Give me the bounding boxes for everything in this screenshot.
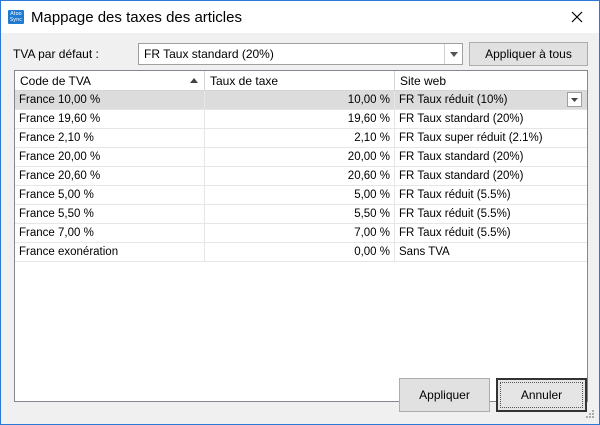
cell-site[interactable]: FR Taux réduit (5.5%) [395, 205, 587, 224]
table-row[interactable]: France 7,00 % 7,00 % FR Taux réduit (5.5… [15, 224, 587, 243]
column-header-rate[interactable]: Taux de taxe [205, 71, 395, 91]
apply-button[interactable]: Appliquer [399, 378, 490, 412]
cell-site[interactable]: FR Taux réduit (5.5%) [395, 224, 587, 243]
cell-rate: 19,60 % [205, 110, 395, 129]
cell-rate: 20,00 % [205, 148, 395, 167]
cell-site[interactable]: FR Taux standard (20%) [395, 167, 587, 186]
cell-rate: 5,00 % [205, 186, 395, 205]
cell-rate: 2,10 % [205, 129, 395, 148]
cell-site[interactable]: FR Taux réduit (5.5%) [395, 186, 587, 205]
cell-code: France 5,50 % [15, 205, 205, 224]
column-header-code-label: Code de TVA [20, 74, 91, 88]
cell-code: France 19,60 % [15, 110, 205, 129]
cell-rate: 0,00 % [205, 243, 395, 262]
cell-code: France 10,00 % [15, 91, 205, 110]
cell-rate: 20,60 % [205, 167, 395, 186]
table-row[interactable]: France 19,60 % 19,60 % FR Taux standard … [15, 110, 587, 129]
title-bar: Atoo Sync Mappage des taxes des articles [1, 1, 599, 33]
chevron-down-icon [571, 97, 578, 102]
table-row[interactable]: France 5,50 % 5,50 % FR Taux réduit (5.5… [15, 205, 587, 224]
column-header-site-label: Site web [400, 74, 447, 88]
cell-code: France 7,00 % [15, 224, 205, 243]
dialog-window: Atoo Sync Mappage des taxes des articles… [0, 0, 600, 425]
cell-code: France 20,60 % [15, 167, 205, 186]
cancel-button[interactable]: Annuler [496, 378, 587, 412]
cell-rate: 5,50 % [205, 205, 395, 224]
cell-code: France 2,10 % [15, 129, 205, 148]
dialog-title: Mappage des taxes des articles [31, 9, 242, 26]
cell-rate: 7,00 % [205, 224, 395, 243]
chevron-down-icon [449, 51, 458, 57]
cell-code: France exonération [15, 243, 205, 262]
app-logo-line2: Sync [9, 17, 23, 23]
cell-site[interactable]: FR Taux standard (20%) [395, 148, 587, 167]
site-dropdown-button[interactable] [567, 92, 582, 107]
cell-site[interactable]: FR Taux standard (20%) [395, 110, 587, 129]
cell-rate: 10,00 % [205, 91, 395, 110]
resize-grip-icon[interactable] [585, 409, 595, 419]
table-row[interactable]: France 5,00 % 5,00 % FR Taux réduit (5.5… [15, 186, 587, 205]
table-row[interactable]: France 20,00 % 20,00 % FR Taux standard … [15, 148, 587, 167]
cancel-button-label: Annuler [520, 388, 563, 402]
table-row[interactable]: France 10,00 % 10,00 % FR Taux réduit (1… [15, 91, 587, 110]
cell-code: France 5,00 % [15, 186, 205, 205]
default-vat-value: FR Taux standard (20%) [144, 47, 274, 61]
table-row[interactable]: France 2,10 % 2,10 % FR Taux super rédui… [15, 129, 587, 148]
table-row[interactable]: France 20,60 % 20,60 % FR Taux standard … [15, 167, 587, 186]
column-header-rate-label: Taux de taxe [210, 74, 279, 88]
sort-ascending-icon [190, 78, 198, 83]
cell-code: France 20,00 % [15, 148, 205, 167]
dialog-content: TVA par défaut : FR Taux standard (20%) … [1, 33, 599, 424]
cell-site-value: FR Taux réduit (10%) [399, 94, 508, 106]
default-vat-label: TVA par défaut : [13, 47, 99, 61]
app-logo-icon: Atoo Sync [8, 10, 24, 24]
close-button[interactable] [561, 1, 593, 33]
apply-all-button[interactable]: Appliquer à tous [469, 42, 588, 66]
cell-site[interactable]: FR Taux super réduit (2.1%) [395, 129, 587, 148]
tax-mapping-grid: Code de TVA Taux de taxe Site web France… [14, 70, 588, 402]
grid-header: Code de TVA Taux de taxe Site web [15, 71, 587, 91]
close-icon [571, 11, 583, 23]
default-vat-dropdown-button[interactable] [444, 44, 462, 64]
column-header-code[interactable]: Code de TVA [15, 71, 205, 91]
cell-site[interactable]: Sans TVA [395, 243, 587, 262]
default-vat-select[interactable]: FR Taux standard (20%) [138, 43, 463, 65]
cell-site[interactable]: FR Taux réduit (10%) [395, 91, 587, 110]
table-row[interactable]: France exonération 0,00 % Sans TVA [15, 243, 587, 262]
column-header-site[interactable]: Site web [395, 71, 587, 91]
